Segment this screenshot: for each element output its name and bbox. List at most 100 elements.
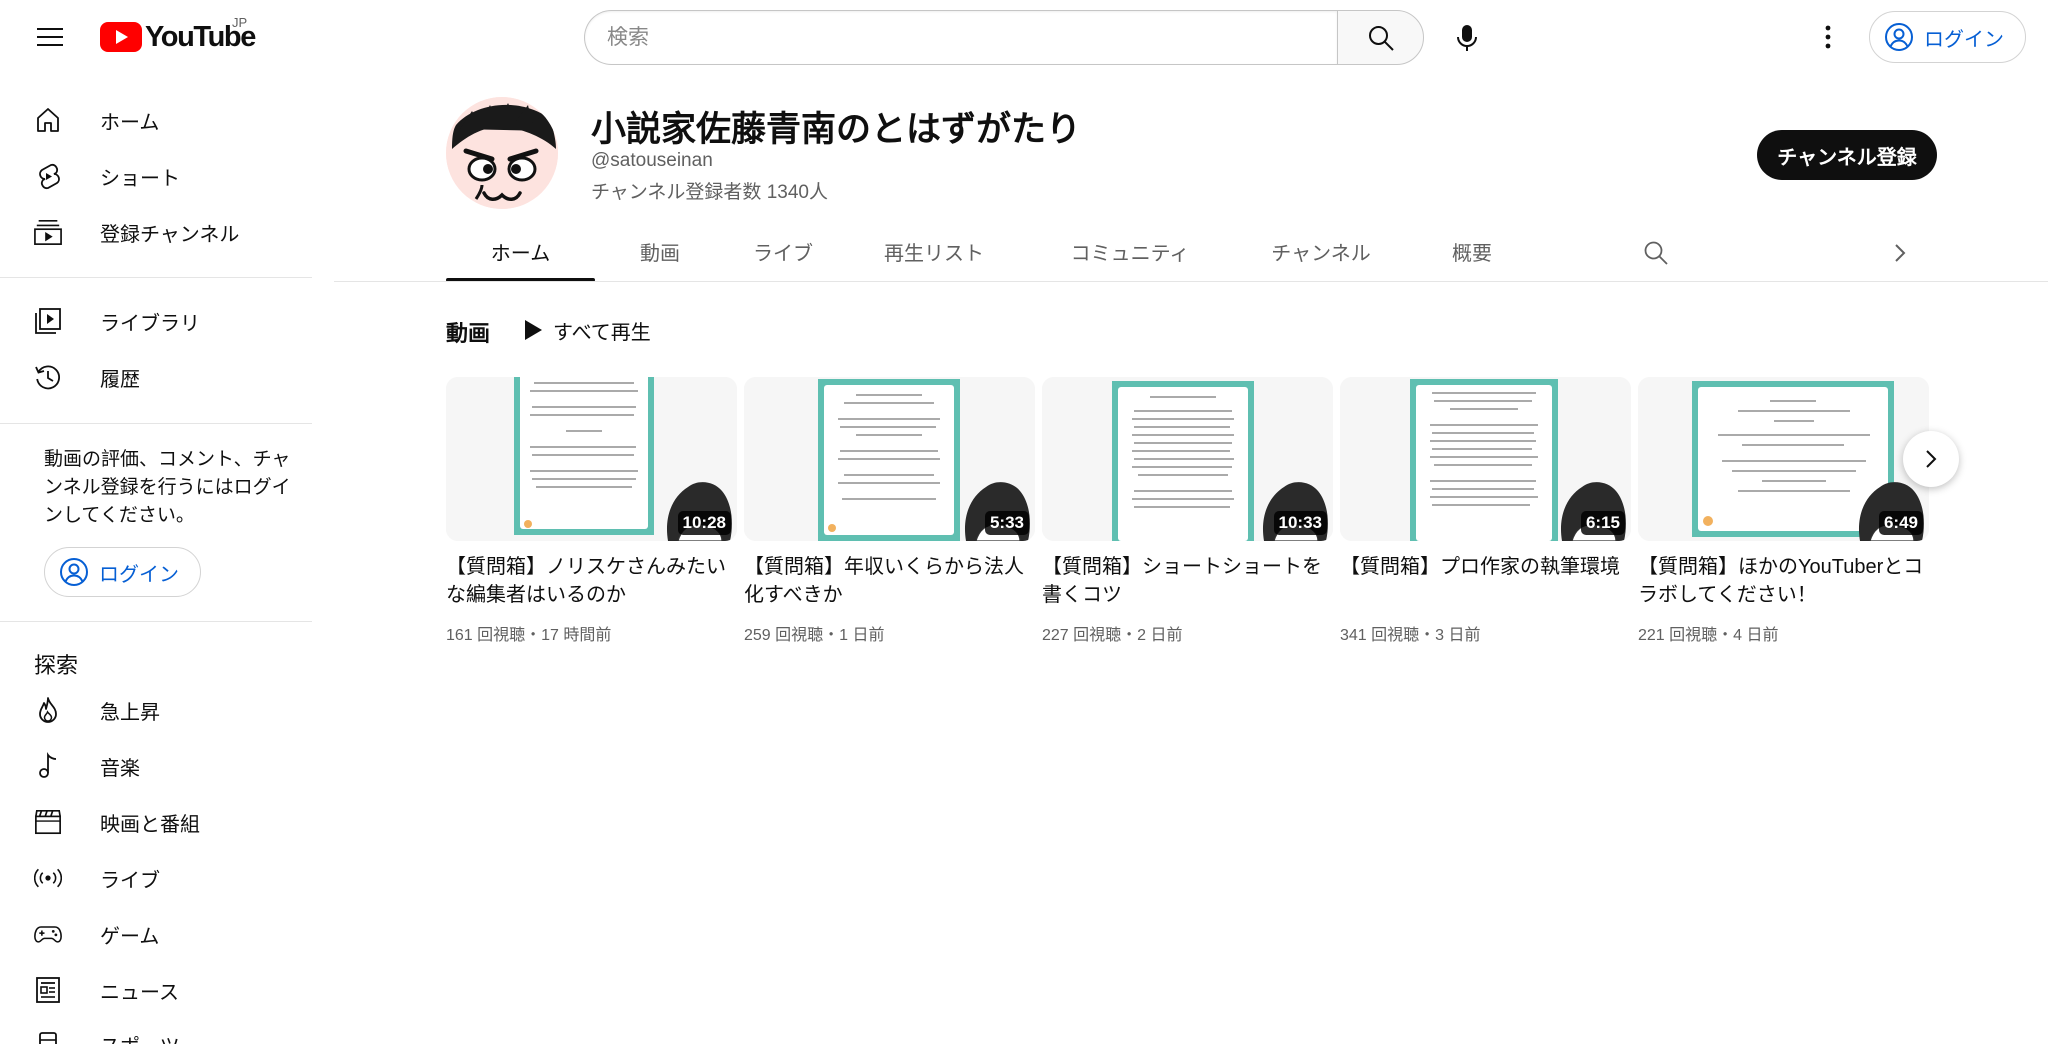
video-thumbnail[interactable]: 6:49: [1638, 377, 1929, 541]
sidebar-item-music[interactable]: 音楽: [12, 741, 302, 791]
sidebar-item-label: スポーツ: [100, 1030, 180, 1044]
sidebar-item-label: ホーム: [100, 111, 160, 134]
sidebar-login-button[interactable]: ログイン: [44, 547, 201, 597]
account-circle-icon: [60, 558, 88, 586]
settings-menu-button[interactable]: [1808, 17, 1848, 57]
tab-live[interactable]: ライブ: [728, 223, 838, 281]
tab-home[interactable]: ホーム: [446, 223, 595, 281]
hamburger-icon: [37, 28, 63, 46]
video-title[interactable]: 【質問箱】ほかのYouTuberとコラボしてください！: [1638, 553, 1929, 609]
tab-playlists[interactable]: 再生リスト: [859, 223, 1009, 281]
subscriber-count: チャンネル登録者数 1340人: [591, 182, 828, 203]
video-card: 10:33 【質問箱】ショートショートを書くコツ 227 回視聴・2 日前: [1042, 377, 1333, 645]
chevron-right-icon: [1926, 450, 1937, 468]
play-all-label: すべて再生: [553, 321, 651, 344]
video-thumbnail[interactable]: 10:33: [1042, 377, 1333, 541]
explore-section-title: 探索: [34, 653, 79, 678]
search-box: [584, 10, 1424, 65]
video-title[interactable]: 【質問箱】年収いくらから法人化すべきか: [744, 553, 1035, 609]
music-icon: [34, 752, 62, 780]
tabs-scroll-right-button[interactable]: [1880, 233, 1920, 273]
account-circle-icon: [1885, 23, 1913, 51]
login-prompt-text: 動画の評価、コメント、チャンネル登録を行うにはログインしてください。: [44, 449, 291, 526]
search-icon: [1644, 241, 1668, 265]
video-metadata: 221 回視聴・4 日前: [1638, 627, 1779, 644]
login-label: ログイン: [1924, 28, 2004, 51]
sidebar-item-movies[interactable]: 映画と番組: [12, 797, 302, 847]
video-thumbnail[interactable]: 10:28: [446, 377, 737, 541]
sidebar-divider: [0, 621, 312, 622]
sidebar-item-library[interactable]: ライブラリ: [12, 296, 302, 346]
video-thumbnail[interactable]: 6:15: [1340, 377, 1631, 541]
sidebar-item-home[interactable]: ホーム: [12, 95, 302, 145]
news-icon: [34, 976, 62, 1004]
video-card: 10:28 【質問箱】ノリスケさんみたいな編集者はいるのか 161 回視聴・17…: [446, 377, 737, 645]
video-duration: 5:33: [984, 511, 1029, 535]
channel-tabs: ホーム 動画 ライブ 再生リスト コミュニティ チャンネル 概要: [446, 223, 2048, 283]
subscribe-button[interactable]: チャンネル登録: [1757, 130, 1937, 180]
channel-avatar[interactable]: [446, 97, 558, 209]
video-card: 5:33 【質問箱】年収いくらから法人化すべきか 259 回視聴・1 日前: [744, 377, 1035, 645]
video-metadata: 227 回視聴・2 日前: [1042, 627, 1183, 644]
gaming-icon: [34, 920, 62, 948]
sidebar-item-label: 登録チャンネル: [100, 223, 240, 246]
sidebar-item-label: 急上昇: [100, 701, 160, 724]
video-title[interactable]: 【質問箱】ショートショートを書くコツ: [1042, 553, 1333, 609]
video-title[interactable]: 【質問箱】ノリスケさんみたいな編集者はいるのか: [446, 553, 737, 609]
trending-icon: [34, 696, 62, 724]
search-button[interactable]: [1337, 10, 1424, 65]
video-metadata: 259 回視聴・1 日前: [744, 627, 885, 644]
sidebar-divider: [0, 277, 312, 278]
more-vert-icon: [1825, 25, 1831, 49]
live-icon: [34, 864, 62, 892]
channel-search-button[interactable]: [1636, 233, 1676, 273]
video-card: 6:15 【質問箱】プロ作家の執筆環境 341 回視聴・3 日前: [1340, 377, 1631, 645]
guide-menu-button[interactable]: [30, 17, 70, 57]
masthead: YouTube JP ログイン: [0, 0, 2048, 74]
sidebar-item-news[interactable]: ニュース: [12, 965, 302, 1015]
shorts-icon: [34, 162, 62, 190]
sidebar-item-label: 音楽: [100, 757, 140, 780]
sidebar-item-gaming[interactable]: ゲーム: [12, 909, 302, 959]
sidebar-item-label: 履歴: [100, 368, 140, 391]
sidebar-item-label: 映画と番組: [100, 813, 200, 836]
sidebar-item-label: ゲーム: [100, 925, 160, 948]
search-icon: [1368, 25, 1394, 51]
sidebar-item-live[interactable]: ライブ: [12, 853, 302, 903]
video-metadata: 161 回視聴・17 時間前: [446, 627, 612, 644]
movies-icon: [34, 808, 62, 836]
sidebar-item-label: ライブラリ: [100, 312, 200, 335]
video-thumbnail[interactable]: 5:33: [744, 377, 1035, 541]
play-all-button[interactable]: すべて再生: [515, 312, 659, 348]
login-button[interactable]: ログイン: [1869, 11, 2026, 63]
sidebar-item-label: ショート: [100, 167, 180, 190]
home-icon: [34, 106, 62, 134]
sidebar-item-trending[interactable]: 急上昇: [12, 685, 302, 735]
tab-community[interactable]: コミュニティ: [1043, 223, 1217, 281]
sidebar-divider: [0, 423, 312, 424]
play-icon: [525, 320, 542, 340]
sidebar-item-label: ニュース: [100, 981, 179, 1004]
youtube-play-icon: [100, 22, 142, 52]
voice-search-button[interactable]: [1440, 11, 1494, 65]
search-input[interactable]: [584, 10, 1337, 65]
video-title[interactable]: 【質問箱】プロ作家の執筆環境: [1340, 553, 1631, 609]
shelf-scroll-right-button[interactable]: [1903, 431, 1959, 487]
library-icon: [34, 307, 62, 335]
video-duration: 10:28: [677, 511, 731, 535]
shelf-title: 動画: [446, 321, 491, 346]
guide-sidebar: ホーム ショート 登録チャンネル ライブラリ 履歴 動画の評価、コメント、チャン…: [0, 74, 312, 1044]
sidebar-item-shorts[interactable]: ショート: [12, 151, 302, 201]
history-icon: [34, 363, 62, 391]
tabs-divider: [334, 281, 2048, 282]
subscriptions-icon: [34, 218, 62, 246]
tab-channels[interactable]: チャンネル: [1246, 223, 1396, 281]
microphone-icon: [1457, 25, 1477, 51]
sidebar-item-sports[interactable]: スポーツ: [12, 1019, 302, 1044]
tab-videos[interactable]: 動画: [612, 223, 708, 281]
sidebar-item-history[interactable]: 履歴: [12, 352, 302, 402]
sidebar-item-subscriptions[interactable]: 登録チャンネル: [12, 207, 302, 257]
video-duration: 10:33: [1273, 511, 1327, 535]
tab-about[interactable]: 概要: [1424, 223, 1520, 281]
video-duration: 6:15: [1580, 511, 1625, 535]
